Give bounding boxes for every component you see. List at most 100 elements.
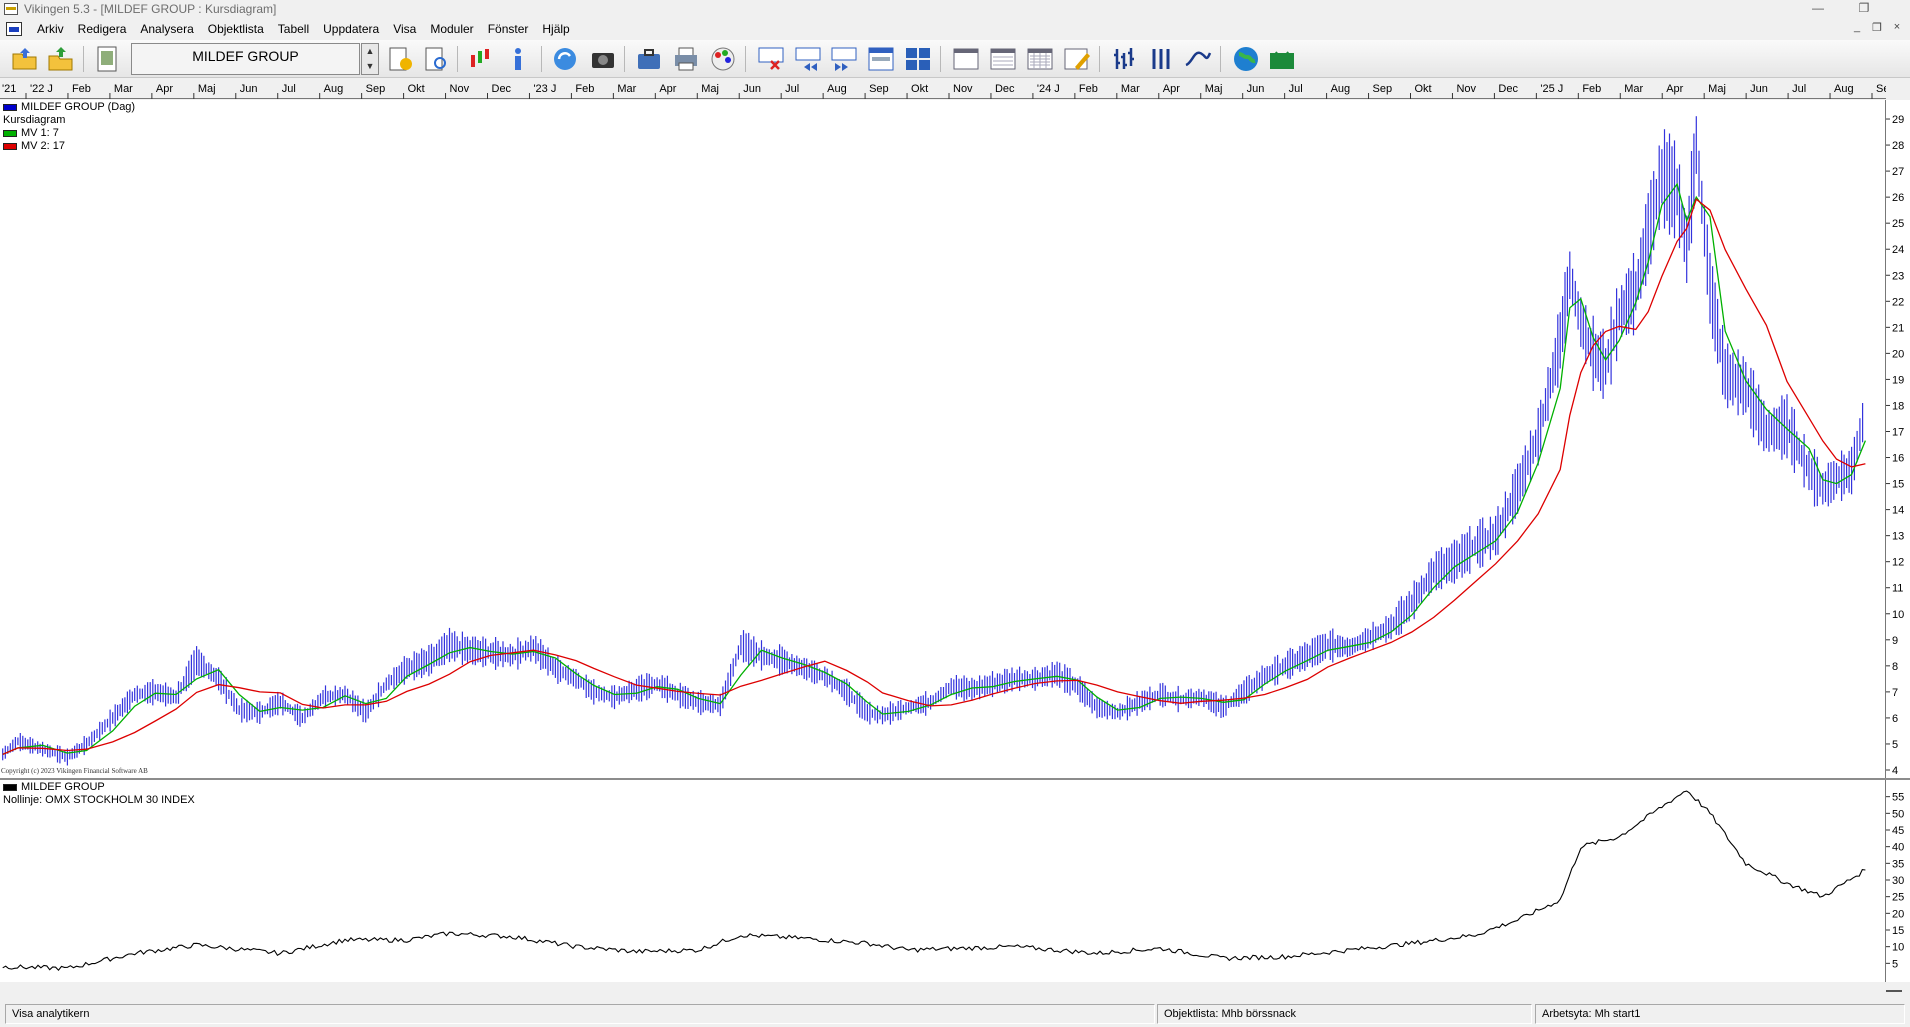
favorite-list-icon[interactable] [385, 44, 415, 74]
relative-y-tick-label: 50 [1892, 808, 1904, 820]
time-tick-label: Maj [1708, 83, 1726, 95]
mdi-restore-button[interactable]: ❐ [1868, 21, 1886, 37]
volume-bars-icon[interactable] [1146, 44, 1176, 74]
price-y-tick-label: 24 [1892, 244, 1904, 256]
info-icon[interactable] [503, 44, 533, 74]
menu-visa[interactable]: Visa [386, 22, 423, 36]
calendar-month-icon[interactable] [988, 44, 1018, 74]
time-tick-label: Apr [659, 83, 676, 95]
globe-icon[interactable] [1231, 44, 1261, 74]
relative-y-tick-label: 45 [1892, 825, 1904, 837]
price-y-tick-label: 8 [1892, 661, 1898, 673]
time-tick-label: Apr [1666, 83, 1683, 95]
price-bars [2, 116, 1864, 766]
minimize-button[interactable]: — [1795, 0, 1841, 18]
calendar-year-icon[interactable] [1025, 44, 1055, 74]
price-y-tick-label: 29 [1892, 114, 1904, 126]
candlestick-chart-icon[interactable] [466, 44, 496, 74]
time-tick-label: Okt [911, 83, 928, 95]
time-tick-label: Aug [1331, 83, 1351, 95]
rewind-icon[interactable] [793, 44, 823, 74]
time-tick-label: Sep [1876, 83, 1886, 95]
relative-y-axis-svg: 5 10 15 20 25 30 35 40 45 50 55 [1886, 792, 1904, 970]
color-palette-icon[interactable] [708, 44, 738, 74]
vikingen-window: Vikingen 5.3 - [MILDEF GROUP : Kursdiagr… [0, 0, 1910, 1027]
menu-fonster[interactable]: Fönster [481, 22, 536, 36]
line-chart-icon[interactable] [1183, 44, 1213, 74]
time-tick-label: Jul [282, 83, 296, 95]
time-tick-label: Jun [1247, 83, 1265, 95]
legend-label: Nollinje: OMX STOCKHOLM 30 INDEX [3, 794, 195, 806]
bull-www-icon[interactable] [1267, 44, 1297, 74]
mv2-line [2, 198, 1866, 755]
vikingen-app-icon [4, 3, 18, 15]
relative-strength-pane[interactable]: MILDEF GROUP Nollinje: OMX STOCKHOLM 30 … [0, 780, 1886, 982]
spin-down-icon[interactable]: ▼ [362, 59, 378, 74]
legend-mv2: MV 2: 17 [3, 140, 135, 153]
price-y-axis: 4 5 6 7 8 9 10 11 12 13 14 15 16 17 18 19 20 21 22 23 24 25 26… [1886, 100, 1910, 778]
time-tick-label: '24 J [1037, 83, 1060, 95]
export-folder-icon[interactable] [46, 44, 76, 74]
relative-strength-line [2, 790, 1866, 972]
briefcase-icon[interactable] [634, 44, 664, 74]
relative-y-tick-label: 15 [1892, 925, 1904, 937]
time-tick-label: Maj [701, 83, 719, 95]
security-name-field[interactable]: MILDEF GROUP [131, 43, 360, 75]
time-tick-label: Apr [156, 83, 173, 95]
time-tick-label: Nov [450, 83, 470, 95]
price-legend: MILDEF GROUP (Dag) Kursdiagram MV 1: 7 M… [3, 101, 135, 153]
legend-label: MILDEF GROUP (Dag) [21, 101, 136, 113]
scroll-indicator[interactable] [1886, 990, 1902, 992]
notebook-icon[interactable] [92, 44, 122, 74]
printer-icon[interactable] [671, 44, 701, 74]
relative-y-tick-label: 5 [1892, 958, 1898, 970]
time-tick-label: Dec [1498, 83, 1518, 95]
time-tick-label: Feb [1582, 83, 1601, 95]
spin-up-icon[interactable]: ▲ [362, 44, 378, 59]
open-folder-icon[interactable] [10, 44, 40, 74]
mdi-close-button[interactable]: × [1888, 21, 1906, 37]
price-y-tick-label: 9 [1892, 635, 1898, 647]
time-tick-label: Okt [408, 83, 425, 95]
time-tick-label: Mar [114, 83, 133, 95]
menu-analysera[interactable]: Analysera [133, 22, 200, 36]
restore-button[interactable]: ❐ [1841, 0, 1887, 18]
menu-tabell[interactable]: Tabell [271, 22, 316, 36]
time-tick-label: '22 J [30, 83, 53, 95]
delete-window-icon[interactable] [756, 44, 786, 74]
legend-label: MILDEF GROUP [21, 781, 105, 793]
price-y-tick-label: 10 [1892, 609, 1904, 621]
time-tick-label: Jun [1750, 83, 1768, 95]
window-title: Vikingen 5.3 - [MILDEF GROUP : Kursdiagr… [24, 2, 277, 16]
time-tick-label: Sep [1373, 83, 1393, 95]
price-chart-pane[interactable]: MILDEF GROUP (Dag) Kursdiagram MV 1: 7 M… [0, 100, 1886, 778]
security-spinner[interactable]: ▲ ▼ [361, 43, 379, 75]
menu-uppdatera[interactable]: Uppdatera [316, 22, 386, 36]
menu-objektlista[interactable]: Objektlista [201, 22, 271, 36]
calendar-edit-icon[interactable] [1062, 44, 1092, 74]
title-bar: Vikingen 5.3 - [MILDEF GROUP : Kursdiagr… [0, 0, 1910, 18]
status-object-list[interactable]: Objektlista: Mhb börssnack [1157, 1004, 1532, 1024]
camera-icon[interactable] [588, 44, 618, 74]
menu-bar: Arkiv Redigera Analysera Objektlista Tab… [0, 19, 1910, 39]
menu-arkiv[interactable]: Arkiv [30, 22, 71, 36]
legend-label: MV 2: 17 [21, 140, 66, 152]
document-icon[interactable] [6, 22, 22, 36]
refresh-icon[interactable] [550, 44, 580, 74]
fast-forward-icon[interactable] [829, 44, 859, 74]
mdi-minimize-button[interactable]: _ [1848, 21, 1866, 37]
copyright-notice: Copyright (c) 2023 Vikingen Financial So… [1, 767, 148, 775]
legend-relative-series: MILDEF GROUP [3, 781, 195, 794]
ohlc-bars-icon[interactable] [1110, 44, 1140, 74]
status-analyst[interactable]: Visa analytikern [5, 1004, 1155, 1024]
time-tick-label: Apr [1163, 83, 1180, 95]
menu-hjalp[interactable]: Hjälp [535, 22, 576, 36]
menu-redigera[interactable]: Redigera [71, 22, 134, 36]
window-layout-icon[interactable] [866, 44, 896, 74]
status-workspace[interactable]: Arbetsyta: Mh start1 [1535, 1004, 1905, 1024]
grid-1234-icon[interactable] [903, 44, 933, 74]
calendar-week-icon[interactable] [951, 44, 981, 74]
list-search-icon[interactable] [421, 44, 451, 74]
price-y-tick-label: 6 [1892, 713, 1898, 725]
menu-moduler[interactable]: Moduler [423, 22, 480, 36]
